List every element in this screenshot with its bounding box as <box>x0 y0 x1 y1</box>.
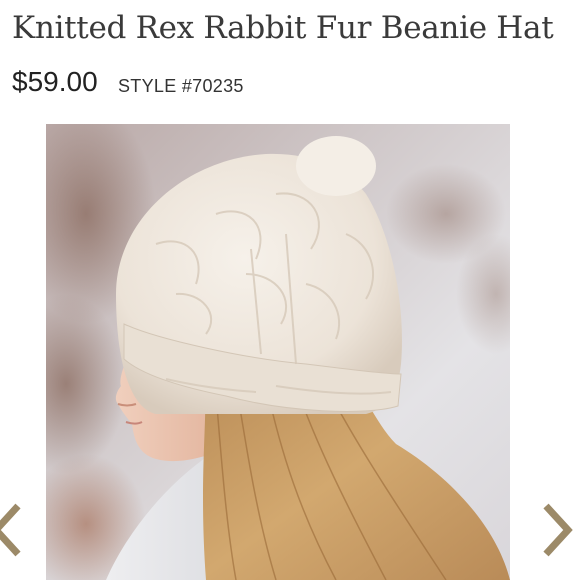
product-title: Knitted Rex Rabbit Fur Beanie Hat <box>12 10 554 46</box>
product-style-number: STYLE #70235 <box>118 76 244 96</box>
product-page: Knitted Rex Rabbit Fur Beanie Hat $59.00… <box>0 0 580 580</box>
product-price: $59.00 <box>12 66 98 97</box>
product-photo[interactable] <box>46 124 510 580</box>
chevron-right-icon[interactable] <box>538 500 580 560</box>
chevron-left-icon[interactable] <box>0 500 26 560</box>
